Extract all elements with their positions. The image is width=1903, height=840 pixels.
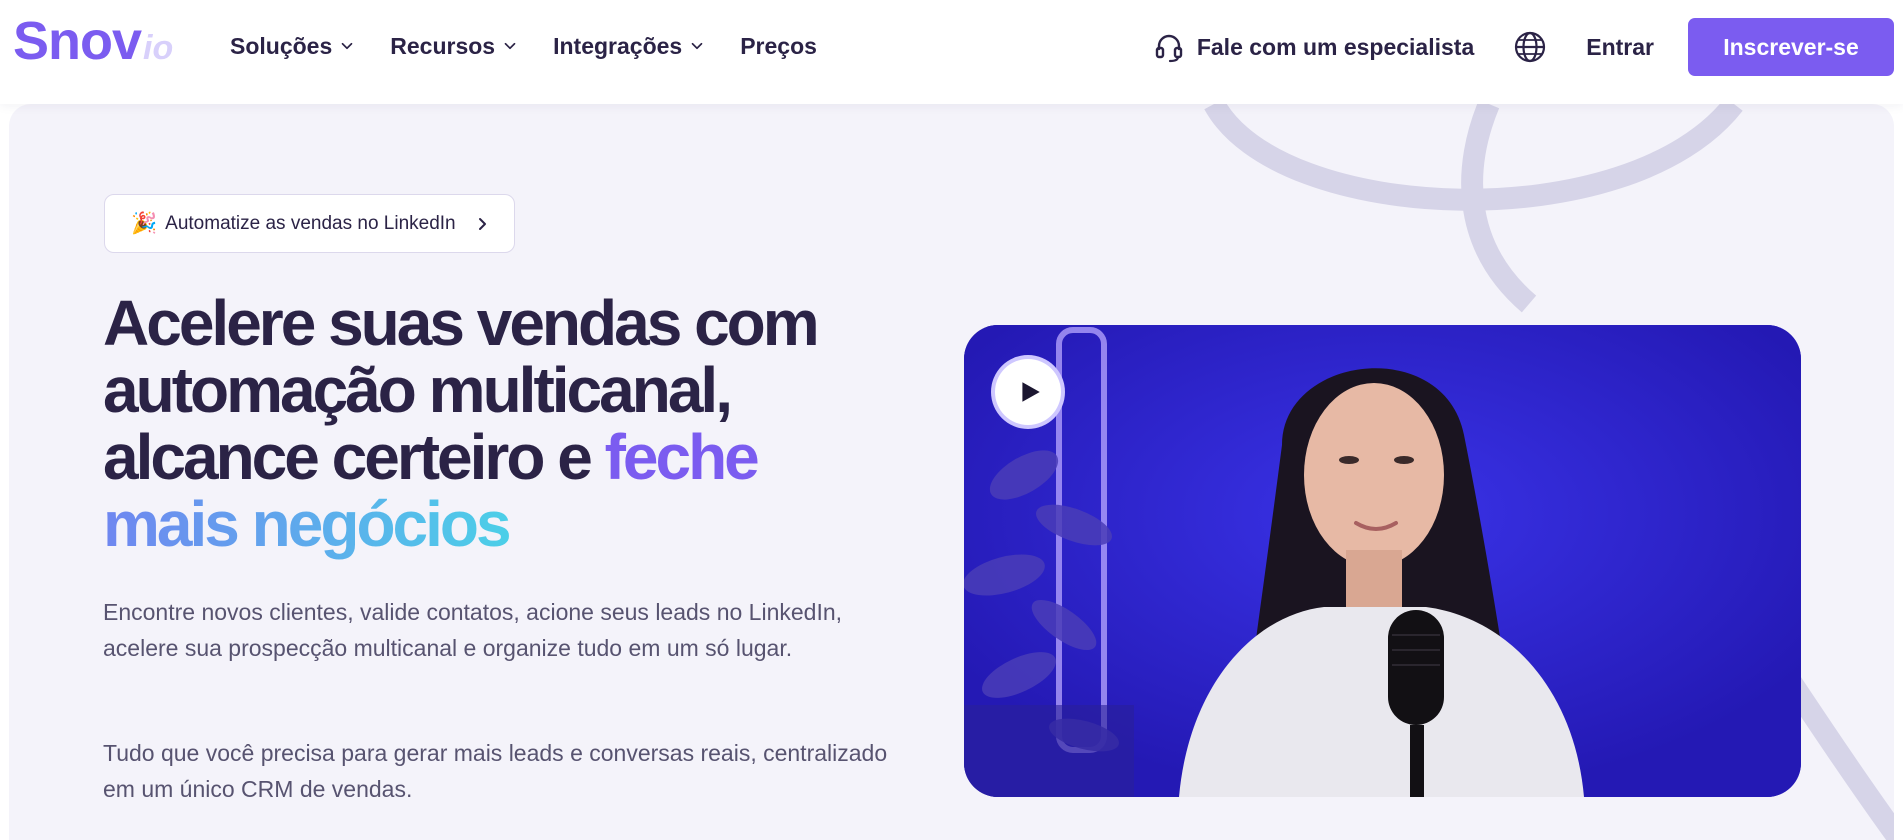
login-link[interactable]: Entrar bbox=[1586, 34, 1654, 61]
party-popper-icon: 🎉 bbox=[131, 212, 158, 235]
menu-item-label: Recursos bbox=[390, 32, 496, 59]
chip-label: Automatize as vendas no LinkedIn bbox=[165, 212, 456, 234]
chevron-down-icon bbox=[691, 42, 703, 50]
chevron-down-icon bbox=[341, 42, 353, 50]
chevron-down-icon bbox=[504, 42, 516, 50]
play-button[interactable] bbox=[991, 355, 1065, 429]
globe-icon[interactable] bbox=[1512, 29, 1548, 65]
menu-item-label: Soluções bbox=[230, 32, 333, 59]
hero-video[interactable] bbox=[964, 325, 1801, 797]
talk-to-specialist-link[interactable]: Fale com um especialista bbox=[1153, 31, 1474, 63]
menu-item-recursos[interactable]: Recursos bbox=[390, 30, 519, 62]
logo-suffix: io bbox=[143, 29, 174, 67]
menu-item-integracoes[interactable]: Integrações bbox=[553, 30, 706, 62]
menu-item-label: Preços bbox=[740, 32, 817, 59]
play-icon bbox=[1022, 382, 1040, 402]
nav-actions: Fale com um especialista Entrar Inscreve… bbox=[1153, 0, 1903, 94]
headline-highlight-purple: feche bbox=[604, 421, 760, 493]
headline-highlight-gradient: mais negócios bbox=[103, 488, 512, 560]
top-navigation: Snov io Soluções Recursos Integrações Pr… bbox=[0, 0, 1903, 104]
hero-section: 🎉 Automatize as vendas no LinkedIn Acele… bbox=[9, 104, 1894, 840]
hero-headline: Acelere suas vendas com automação multic… bbox=[103, 290, 883, 558]
snov-logo[interactable]: Snov io bbox=[13, 14, 173, 68]
hero-subdescription: Tudo que você precisa para gerar mais le… bbox=[103, 740, 888, 802]
menu-item-label: Integrações bbox=[553, 32, 683, 59]
hero-description: Encontre novos clientes, valide contatos… bbox=[103, 599, 843, 661]
video-thumbnail bbox=[964, 325, 1801, 797]
main-menu: Soluções Recursos Integrações Preços bbox=[230, 30, 851, 62]
menu-item-precos[interactable]: Preços bbox=[740, 30, 817, 62]
linkedin-automation-chip[interactable]: 🎉 Automatize as vendas no LinkedIn bbox=[104, 194, 515, 253]
chevron-right-icon bbox=[478, 217, 486, 230]
logo-wordmark: Snov bbox=[13, 11, 142, 71]
menu-item-solucoes[interactable]: Soluções bbox=[230, 30, 356, 62]
headset-icon bbox=[1155, 34, 1183, 63]
signup-button[interactable]: Inscrever-se bbox=[1688, 18, 1894, 76]
specialist-label: Fale com um especialista bbox=[1196, 33, 1475, 60]
